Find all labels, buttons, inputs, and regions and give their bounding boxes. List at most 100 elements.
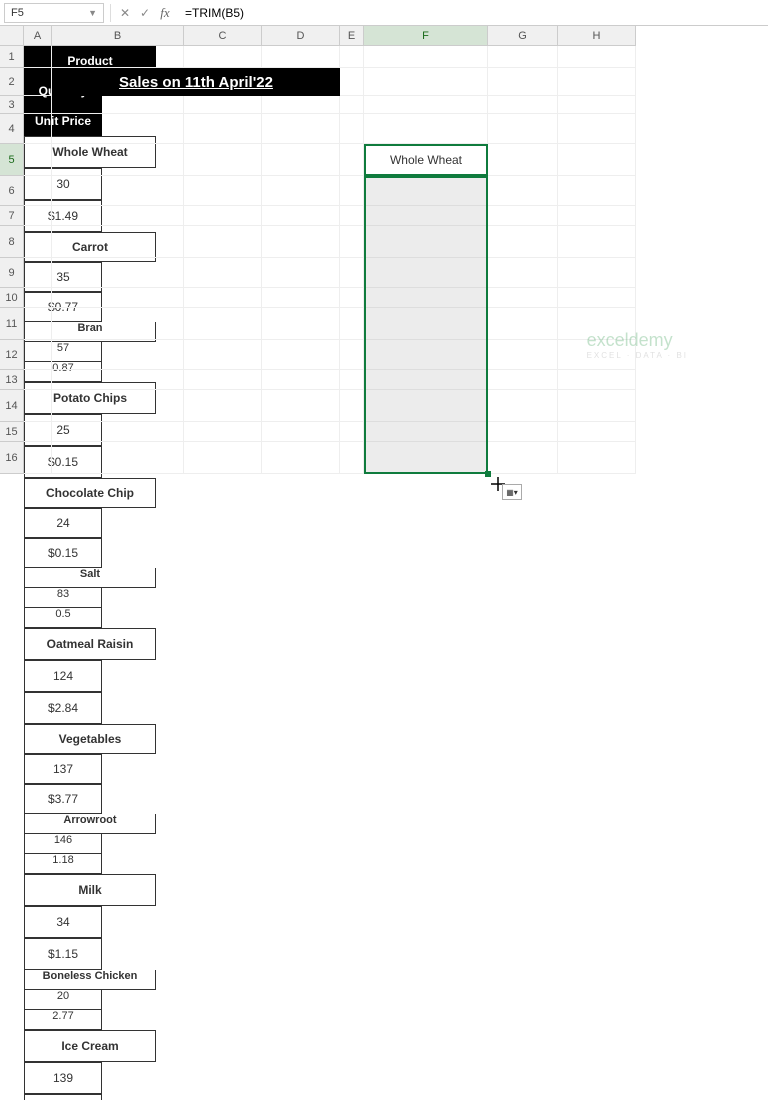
left-product-11[interactable]: Ice Cream bbox=[24, 1030, 156, 1062]
cell[interactable] bbox=[340, 340, 364, 370]
cell[interactable] bbox=[558, 46, 636, 68]
cell[interactable] bbox=[184, 258, 262, 288]
cell[interactable] bbox=[488, 226, 558, 258]
cell[interactable] bbox=[364, 176, 488, 206]
cells-area[interactable]: Sales on 11th April'22ProductQuantityUni… bbox=[24, 46, 156, 1100]
cell[interactable] bbox=[184, 206, 262, 226]
cell[interactable] bbox=[364, 442, 488, 474]
cell[interactable] bbox=[340, 144, 364, 176]
cell[interactable] bbox=[262, 144, 340, 176]
row-header-10[interactable]: 10 bbox=[0, 288, 24, 308]
row-header-5[interactable]: 5 bbox=[0, 144, 24, 176]
cell[interactable] bbox=[24, 288, 52, 308]
left-qty-7[interactable]: 137 bbox=[24, 754, 102, 784]
chevron-down-icon[interactable]: ▼ bbox=[88, 8, 97, 18]
cancel-icon[interactable]: ✕ bbox=[117, 6, 133, 20]
cell[interactable] bbox=[52, 258, 184, 288]
cell[interactable] bbox=[488, 46, 558, 68]
cell[interactable] bbox=[340, 442, 364, 474]
cell[interactable] bbox=[262, 206, 340, 226]
cell[interactable] bbox=[184, 114, 262, 144]
cell[interactable] bbox=[558, 206, 636, 226]
cell[interactable] bbox=[558, 340, 636, 370]
left-price-7[interactable]: $3.77 bbox=[24, 784, 102, 814]
cell[interactable] bbox=[340, 288, 364, 308]
cell[interactable] bbox=[364, 68, 488, 96]
row-header-11[interactable]: 11 bbox=[0, 308, 24, 340]
cell[interactable] bbox=[364, 114, 488, 144]
cell[interactable] bbox=[340, 114, 364, 144]
cell[interactable] bbox=[52, 144, 184, 176]
left-qty-5[interactable]: 83 bbox=[24, 588, 102, 608]
cell[interactable] bbox=[262, 176, 340, 206]
row-header-2[interactable]: 2 bbox=[0, 68, 24, 96]
cell[interactable] bbox=[184, 144, 262, 176]
cell[interactable] bbox=[24, 144, 52, 176]
cell[interactable] bbox=[262, 422, 340, 442]
row-header-9[interactable]: 9 bbox=[0, 258, 24, 288]
cell[interactable] bbox=[262, 340, 340, 370]
cell[interactable] bbox=[262, 114, 340, 144]
cell[interactable] bbox=[558, 308, 636, 340]
cell[interactable] bbox=[558, 114, 636, 144]
cell[interactable] bbox=[364, 422, 488, 442]
cell[interactable] bbox=[52, 46, 184, 68]
cell[interactable] bbox=[340, 258, 364, 288]
cell[interactable] bbox=[52, 442, 184, 474]
cell[interactable] bbox=[558, 144, 636, 176]
row-header-7[interactable]: 7 bbox=[0, 206, 24, 226]
row-header-3[interactable]: 3 bbox=[0, 96, 24, 114]
cell[interactable] bbox=[24, 226, 52, 258]
row-header-13[interactable]: 13 bbox=[0, 370, 24, 390]
left-price-4[interactable]: $0.15 bbox=[24, 538, 102, 568]
cell[interactable] bbox=[558, 442, 636, 474]
cell[interactable] bbox=[340, 46, 364, 68]
col-header-F[interactable]: F bbox=[364, 26, 488, 46]
cell[interactable] bbox=[364, 340, 488, 370]
cell[interactable] bbox=[558, 288, 636, 308]
cell[interactable] bbox=[558, 96, 636, 114]
cell[interactable] bbox=[184, 390, 262, 422]
cell[interactable] bbox=[488, 114, 558, 144]
left-qty-11[interactable]: 139 bbox=[24, 1062, 102, 1094]
row-header-1[interactable]: 1 bbox=[0, 46, 24, 68]
cell[interactable] bbox=[262, 288, 340, 308]
cell[interactable] bbox=[52, 422, 184, 442]
left-qty-10[interactable]: 20 bbox=[24, 990, 102, 1010]
cell[interactable] bbox=[488, 422, 558, 442]
cell[interactable] bbox=[52, 370, 184, 390]
cell[interactable] bbox=[488, 258, 558, 288]
cell[interactable] bbox=[184, 442, 262, 474]
col-header-H[interactable]: H bbox=[558, 26, 636, 46]
cell[interactable] bbox=[262, 442, 340, 474]
cell[interactable] bbox=[184, 288, 262, 308]
cell[interactable] bbox=[262, 390, 340, 422]
cell[interactable] bbox=[24, 442, 52, 474]
cell[interactable] bbox=[364, 144, 488, 176]
cell[interactable] bbox=[262, 46, 340, 68]
cell[interactable] bbox=[364, 226, 488, 258]
cell[interactable] bbox=[184, 370, 262, 390]
cell[interactable] bbox=[364, 390, 488, 422]
cell[interactable] bbox=[488, 144, 558, 176]
cell[interactable] bbox=[488, 68, 558, 96]
col-header-A[interactable]: A bbox=[24, 26, 52, 46]
left-price-8[interactable]: 1.18 bbox=[24, 854, 102, 874]
col-header-E[interactable]: E bbox=[340, 26, 364, 46]
cell[interactable] bbox=[364, 308, 488, 340]
left-product-9[interactable]: Milk bbox=[24, 874, 156, 906]
left-product-10[interactable]: Boneless Chicken bbox=[24, 970, 156, 990]
cell[interactable] bbox=[52, 340, 184, 370]
cell[interactable] bbox=[558, 258, 636, 288]
cell[interactable] bbox=[24, 46, 52, 68]
cell[interactable] bbox=[364, 370, 488, 390]
cell[interactable] bbox=[24, 206, 52, 226]
left-price-11[interactable]: $0.65 bbox=[24, 1094, 102, 1100]
cell[interactable] bbox=[184, 46, 262, 68]
cell[interactable] bbox=[364, 258, 488, 288]
name-box[interactable]: F5 ▼ bbox=[4, 3, 104, 23]
cell[interactable] bbox=[364, 206, 488, 226]
left-price-6[interactable]: $2.84 bbox=[24, 692, 102, 724]
left-product-8[interactable]: Arrowroot bbox=[24, 814, 156, 834]
row-header-6[interactable]: 6 bbox=[0, 176, 24, 206]
